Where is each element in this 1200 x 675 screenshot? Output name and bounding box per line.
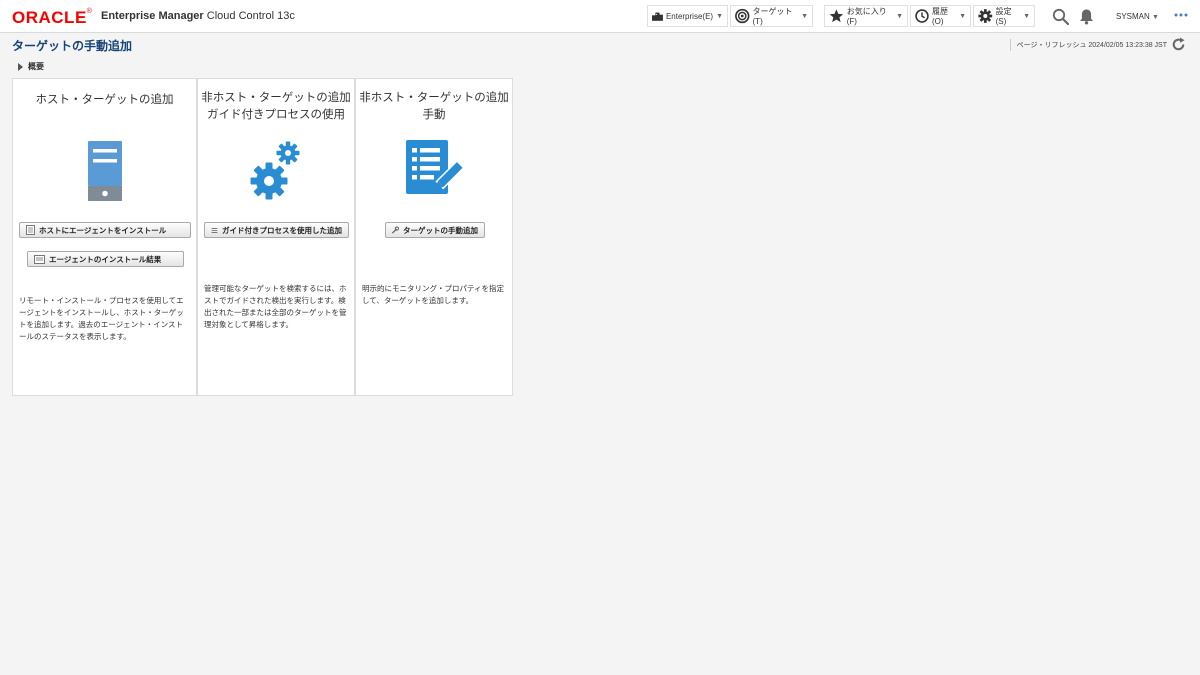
menu-label: Enterprise(E) — [665, 11, 714, 21]
user-menu[interactable]: SYSMAN ▼ — [1116, 12, 1159, 21]
overview-label: 概要 — [28, 62, 44, 71]
gears-icon — [250, 141, 300, 200]
card-add-nonhost-manual: 非ホスト・ターゲットの追加 手動 ターゲットの手動追加 明示的にモニタリング・プ… — [355, 78, 513, 396]
divider — [1009, 38, 1011, 51]
install-agent-on-host-button[interactable]: ホストにエージェントをインストール — [19, 222, 191, 238]
chevron-down-icon: ▼ — [1152, 14, 1159, 21]
description-line: リモート・インストール・プロセスを使用してエ — [19, 296, 184, 305]
menu-targets[interactable]: ターゲット(T) ▼ — [730, 5, 813, 27]
menu-label: ターゲット(T) — [752, 7, 793, 26]
chevron-down-icon: ▼ — [1023, 12, 1030, 20]
results-icon — [34, 254, 45, 264]
user-name: SYSMAN — [1116, 12, 1150, 21]
menu-label: 設定(S) — [995, 7, 1012, 26]
card-description: 管理可能なターゲットを検索するには、ホ ストでガイドされた検出を実行します。検 … — [204, 283, 354, 331]
card-title-line: 非ホスト・ターゲットの追加 — [201, 92, 351, 104]
card-description: 明示的にモニタリング・プロパティを指定 して、ターゲットを追加します。 — [362, 283, 512, 307]
list-edit-icon — [406, 140, 464, 194]
description-line: して、ターゲットを追加します。 — [362, 296, 474, 305]
card-description: リモート・インストール・プロセスを使用してエ ージェントをインストールし、ホスト… — [19, 295, 195, 343]
menu-label: 履歴(O) — [931, 7, 948, 26]
bell-icon[interactable] — [1079, 8, 1094, 25]
page-title: ターゲットの手動追加 — [12, 39, 133, 53]
card-add-host-target: ホスト・ターゲットの追加 ホストにエージェントをインストール エージェントのイン… — [12, 78, 197, 396]
expand-triangle-icon — [18, 62, 23, 71]
description-line: ールのステータスを表示します。 — [19, 332, 131, 341]
target-icon — [735, 8, 750, 24]
star-icon — [829, 9, 844, 23]
card-title-line: 手動 — [422, 109, 446, 121]
description-line: ストでガイドされた検出を実行します。検 — [204, 296, 346, 305]
button-label: ターゲットの手動追加 — [403, 225, 478, 235]
agent-install-results-button[interactable]: エージェントのインストール結果 — [27, 251, 184, 267]
menu-label: お気に入り(F) — [846, 7, 887, 26]
card-title: 非ホスト・ターゲットの追加 手動 — [356, 90, 512, 124]
gear-icon — [978, 9, 993, 23]
document-icon — [26, 225, 35, 235]
page-refresh: ページ・リフレッシュ 2024/02/05 13:23:38 JST — [1009, 37, 1186, 52]
add-target-manually-button[interactable]: ターゲットの手動追加 — [385, 222, 485, 238]
menu-settings[interactable]: 設定(S) ▼ — [973, 5, 1035, 27]
product-name: Enterprise Manager Cloud Control 13c — [101, 10, 295, 22]
clock-icon — [915, 9, 929, 23]
chevron-down-icon: ▼ — [959, 12, 966, 20]
menu-favorites[interactable]: お気に入り(F) ▼ — [824, 5, 908, 27]
button-label: エージェントのインストール結果 — [49, 254, 162, 264]
card-title-line: 非ホスト・ターゲットの追加 — [359, 92, 509, 104]
add-using-guided-process-button[interactable]: ガイド付きプロセスを使用した追加 — [204, 222, 349, 238]
server-icon — [88, 141, 122, 201]
description-line: ージェントをインストールし、ホスト・ターゲッ — [19, 308, 184, 317]
button-label: ホストにエージェントをインストール — [39, 225, 167, 235]
description-line: トを追加します。過去のエージェント・インスト — [19, 320, 183, 329]
menu-history[interactable]: 履歴(O) ▼ — [910, 5, 971, 27]
refresh-icon[interactable] — [1171, 37, 1186, 52]
card-title: 非ホスト・ターゲットの追加 ガイド付きプロセスの使用 — [198, 90, 354, 124]
search-icon[interactable] — [1052, 8, 1069, 25]
chevron-down-icon: ▼ — [801, 12, 808, 20]
button-label: ガイド付きプロセスを使用した追加 — [222, 225, 342, 235]
oracle-logo[interactable]: ORACLE® — [12, 8, 92, 28]
chevron-down-icon: ▼ — [896, 12, 903, 20]
refresh-label: ページ・リフレッシュ 2024/02/05 13:23:38 JST — [1016, 41, 1167, 49]
overview-toggle[interactable]: 概要 — [18, 61, 44, 72]
enterprise-icon — [652, 12, 663, 21]
description-line: 明示的にモニタリング・プロパティを指定 — [362, 284, 505, 293]
menu-enterprise[interactable]: Enterprise(E) ▼ — [647, 5, 728, 27]
description-line: 管理可能なターゲットを検索するには、ホ — [204, 284, 347, 293]
description-line: 理対象として昇格します。 — [204, 320, 294, 329]
description-line: 出された一部または全部のターゲットを管 — [204, 308, 347, 317]
more-icon[interactable] — [1174, 12, 1188, 18]
wrench-icon — [392, 226, 399, 234]
card-title: ホスト・ターゲットの追加 — [35, 94, 174, 106]
list-icon — [211, 227, 218, 233]
card-title-line: ガイド付きプロセスの使用 — [207, 109, 345, 121]
chevron-down-icon: ▼ — [716, 12, 723, 20]
card-add-nonhost-guided: 非ホスト・ターゲットの追加 ガイド付きプロセスの使用 ガイド付きプロセスを使用し… — [197, 78, 355, 396]
header-bar: ORACLE® Enterprise Manager Cloud Control… — [0, 0, 1200, 33]
